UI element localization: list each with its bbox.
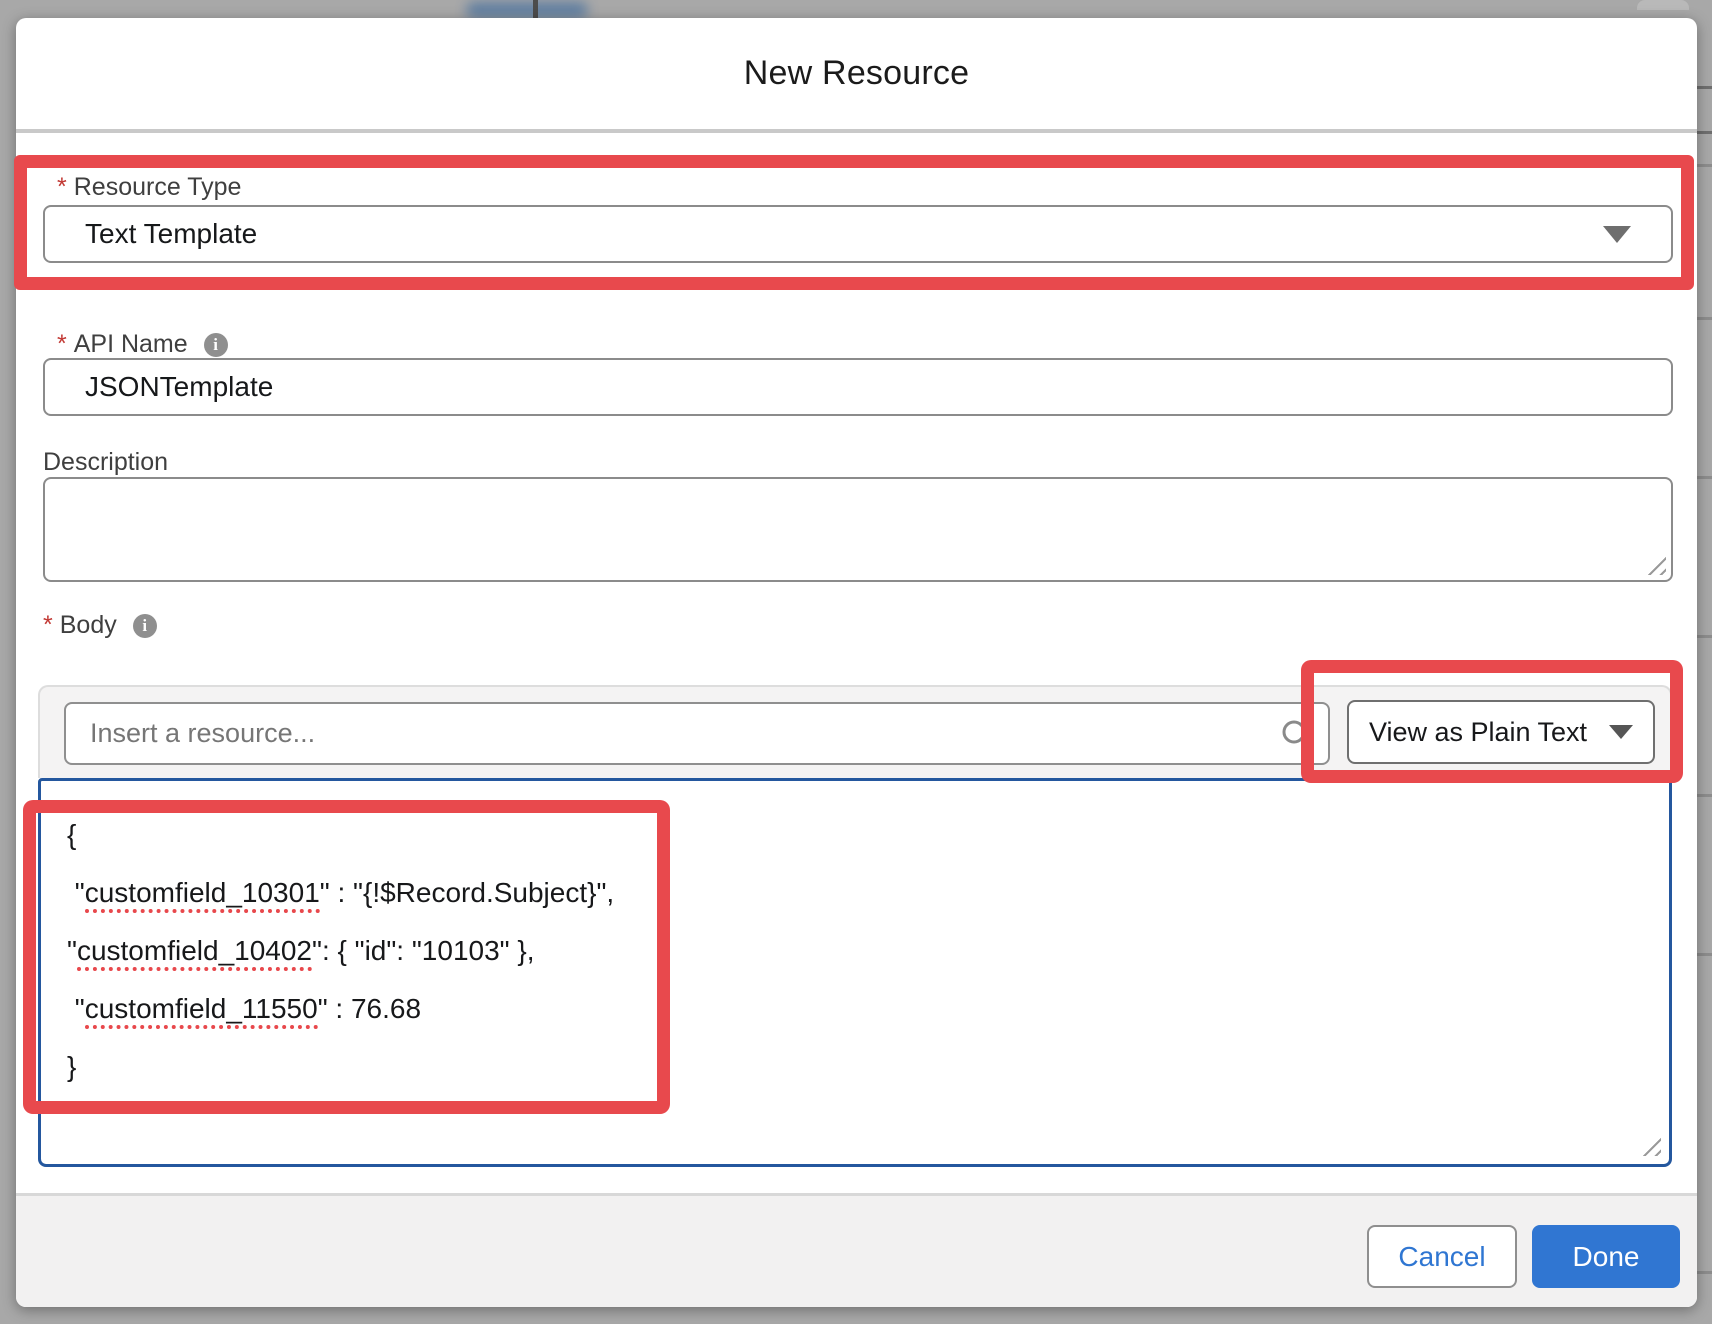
misspelled-token: customfield_10301 [85,877,320,913]
background-button [1637,0,1689,10]
required-asterisk: * [57,173,67,202]
misspelled-token: customfield_10402 [77,935,312,971]
modal-footer: Cancel Done [16,1193,1697,1307]
info-icon[interactable]: i [133,614,157,638]
chevron-down-icon [1603,226,1631,243]
background-connector-line [533,0,538,18]
body-json-line: } [67,1038,614,1096]
background-panel-line [1697,86,1712,89]
chevron-down-icon [1609,725,1633,739]
description-label: Description [43,448,168,477]
body-editor-toolbar: View as Plain Text [38,685,1672,778]
background-panel-line [1697,131,1712,134]
info-icon[interactable]: i [204,333,228,357]
resource-search-box [64,702,1330,765]
new-resource-modal: New Resource * Resource Type Text Templa… [16,18,1697,1307]
api-name-label: * API Name i [57,330,228,359]
search-icon [1280,718,1314,752]
body-text-editor[interactable]: { "customfield_10301" : "{!$Record.Subje… [38,778,1672,1167]
modal-title: New Resource [744,54,969,93]
body-json-content: { "customfield_10301" : "{!$Record.Subje… [67,806,614,1096]
body-label: * Body i [43,611,157,640]
done-button[interactable]: Done [1532,1225,1680,1288]
api-name-field-box [43,358,1673,416]
body-json-line: "customfield_10301" : "{!$Record.Subject… [67,864,614,922]
view-mode-dropdown[interactable]: View as Plain Text [1347,700,1655,764]
required-asterisk: * [43,611,53,640]
required-asterisk: * [57,330,67,359]
background-flow-node [466,2,588,18]
body-json-line: "customfield_11550" : 76.68 [67,980,614,1038]
api-name-input[interactable] [45,360,1671,414]
modal-header: New Resource [16,18,1697,133]
resource-type-value: Text Template [85,218,257,250]
resource-type-select[interactable]: Text Template [43,205,1673,263]
view-mode-label: View as Plain Text [1369,717,1587,748]
background-panel-line [1697,164,1712,167]
background-panel-line [1697,794,1712,797]
resource-search-input[interactable] [66,704,1328,763]
description-field-box [43,477,1673,582]
cancel-button[interactable]: Cancel [1367,1225,1517,1288]
resource-type-label: * Resource Type [57,173,241,202]
description-textarea[interactable] [45,479,1671,580]
background-panel-line [1697,1271,1712,1274]
background-panel-line [1697,953,1712,956]
resize-handle[interactable] [1635,1130,1661,1156]
misspelled-token: customfield_11550 [85,993,318,1029]
background-panel-line [1697,476,1712,479]
body-json-line: { [67,806,614,864]
background-panel-line [1697,635,1712,638]
background-panel-line [1697,317,1712,320]
body-json-line: "customfield_10402": { "id": "10103" }, [67,922,614,980]
screen: New Resource * Resource Type Text Templa… [0,0,1712,1324]
